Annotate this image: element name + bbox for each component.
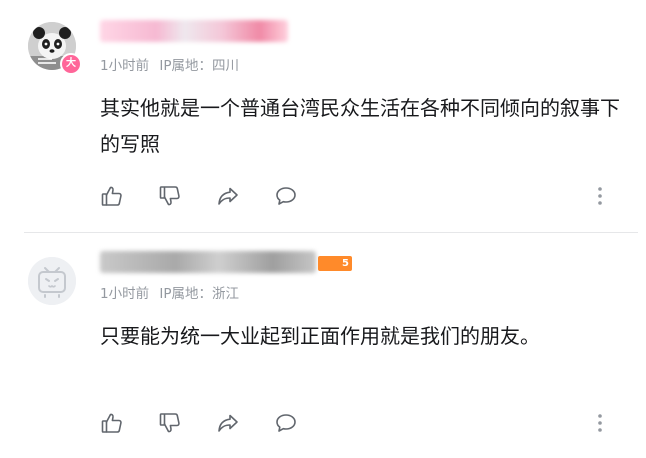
share-button[interactable] (214, 182, 242, 210)
share-button[interactable] (214, 409, 242, 437)
comment-icon (276, 187, 296, 205)
like-button[interactable] (98, 182, 126, 210)
reply-button[interactable] (272, 182, 300, 210)
dislike-button[interactable] (156, 182, 184, 210)
comment-time: 1小时前 (100, 286, 150, 302)
thumbs-up-icon (101, 413, 122, 433)
comment-content: 其实他就是一个普通台湾民众生活在各种不同倾向的叙事下的写照 (100, 96, 620, 156)
share-icon (218, 414, 238, 432)
default-tv-avatar-image (28, 257, 76, 305)
dislike-button[interactable] (156, 409, 184, 437)
more-vertical-icon (598, 187, 602, 205)
comment-actions (98, 409, 608, 437)
comment-item: 5 1小时前 IP属地：浙江 只要能为统一大业起到正面作用就是我们的朋友。 (0, 233, 646, 458)
comment-meta: 1小时前 IP属地：浙江 (100, 285, 239, 303)
thumbs-down-icon (159, 186, 180, 206)
ip-location: 四川 (212, 58, 240, 74)
comment-icon (276, 414, 296, 432)
user-level-badge: 5 (318, 256, 352, 271)
comment-content: 只要能为统一大业起到正面作用就是我们的朋友。 (100, 324, 540, 348)
big-member-badge: 大 (60, 53, 82, 75)
ip-label: IP属地： (159, 286, 213, 302)
comment-meta: 1小时前 IP属地：四川 (100, 57, 239, 75)
reply-button[interactable] (272, 409, 300, 437)
more-vertical-icon (598, 414, 602, 432)
username-blurred[interactable] (100, 20, 288, 42)
comment-item: 大 1小时前 IP属地：四川 其实他就是一个普通台湾民众生活在各种不同倾向的叙事… (0, 0, 646, 232)
thumbs-down-icon (159, 413, 180, 433)
comment-time: 1小时前 (100, 58, 150, 74)
username-blurred[interactable] (100, 251, 316, 273)
like-button[interactable] (98, 409, 126, 437)
ip-location: 浙江 (212, 286, 240, 302)
share-icon (218, 187, 238, 205)
comment-actions (98, 182, 608, 210)
more-options-button[interactable] (592, 182, 608, 210)
ip-label: IP属地： (159, 58, 213, 74)
more-options-button[interactable] (592, 409, 608, 437)
avatar[interactable] (28, 257, 76, 305)
thumbs-up-icon (101, 186, 122, 206)
